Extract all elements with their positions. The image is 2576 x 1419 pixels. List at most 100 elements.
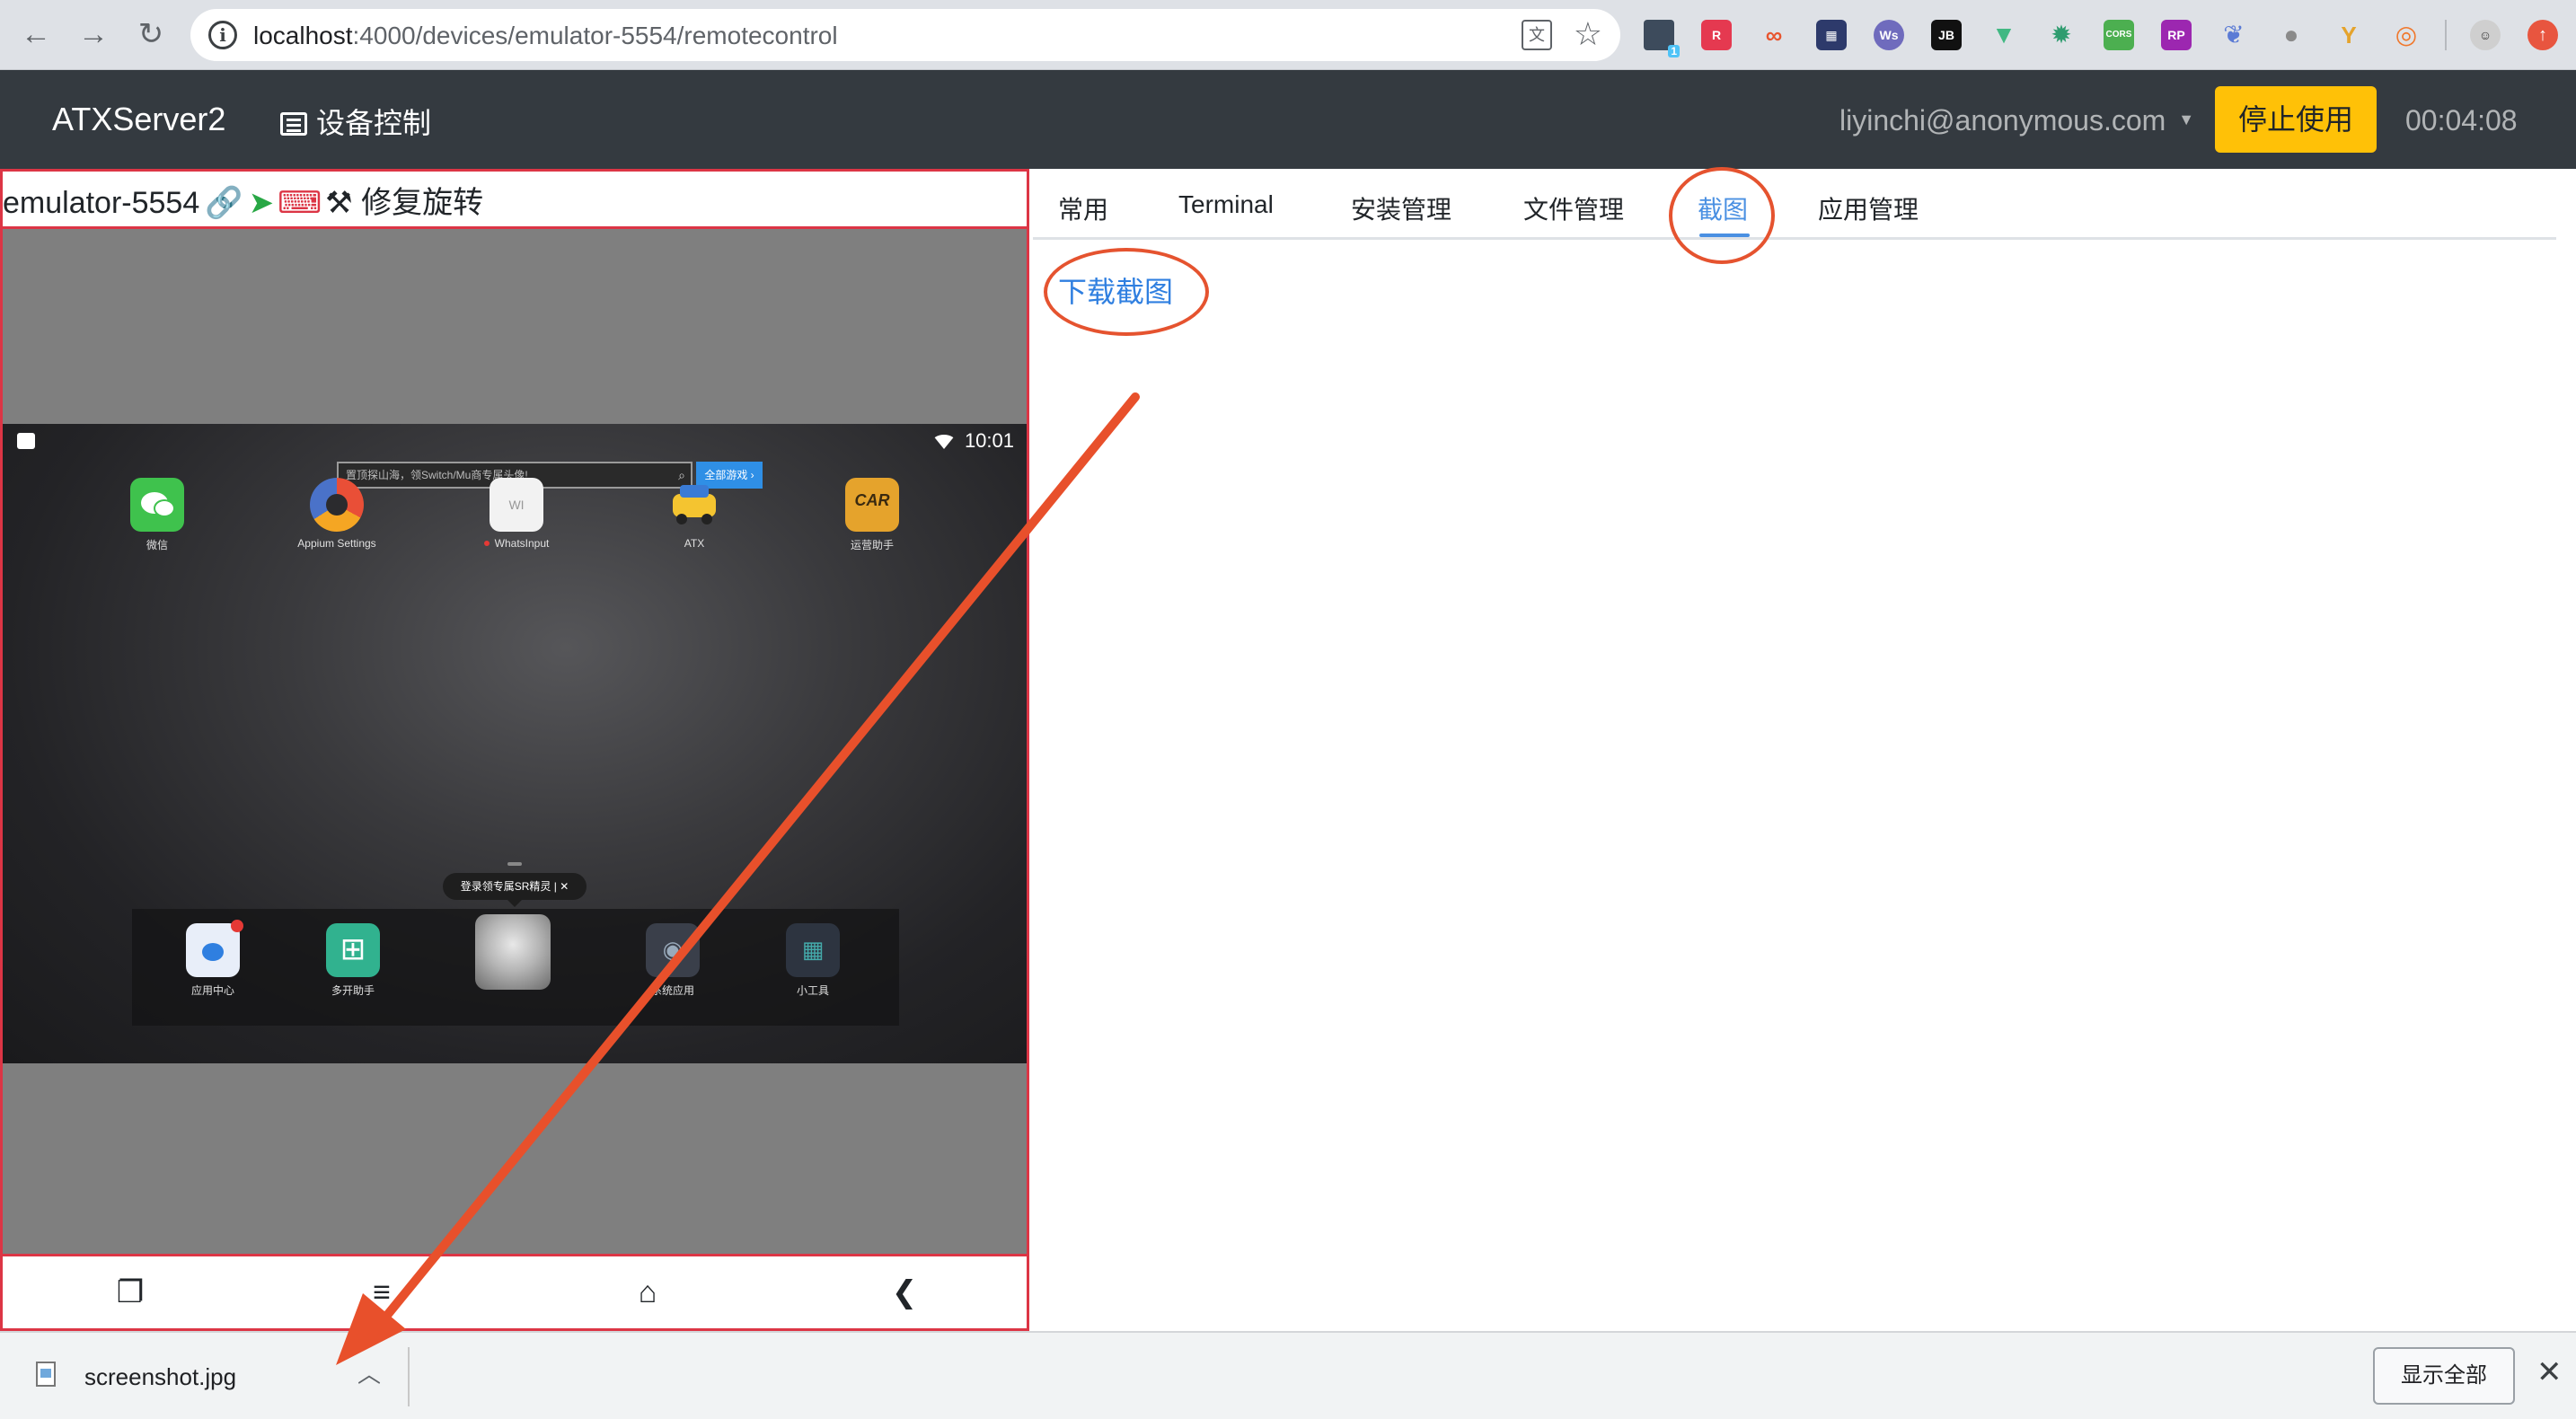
status-time: 10:01 [964,429,1014,452]
app-label: 系统应用 [650,984,694,997]
promo-tooltip[interactable]: 登录领专属SR精灵 | ✕ [443,873,587,907]
jb-ext-icon[interactable]: JB [1931,20,1962,50]
url-text[interactable]: localhost:4000/devices/emulator-5554/rem… [253,22,838,50]
gear-ext-icon[interactable]: ✹ [2046,20,2077,50]
user-email: liyinchi@anonymous.com [1839,104,2166,137]
user-dropdown[interactable]: liyinchi@anonymous.com ▼ [1839,104,2194,137]
ws-ext-icon[interactable]: Ws [1874,20,1904,50]
app-wechat[interactable]: 微信 [103,478,211,552]
app-appium-settings[interactable]: Appium Settings [283,478,391,550]
app-center-icon [186,920,243,977]
caret-down-icon: ▼ [2178,110,2195,128]
ring-ext-icon[interactable]: ◎ [2391,20,2422,50]
drawer-handle[interactable] [507,862,522,866]
recent-apps-icon[interactable]: ❐ [110,1274,150,1310]
dock-system-apps[interactable]: ◉ 系统应用 [619,923,727,998]
whatsinput-icon: WI [490,478,543,532]
browser-toolbar: ← → ↻ i localhost:4000/devices/emulator-… [0,0,2576,70]
back-icon[interactable]: ← [16,14,56,54]
img-ext-icon[interactable]: ▦ [1816,20,1847,50]
update-ext-icon[interactable]: ↑ [2527,20,2558,50]
app-whatsinput[interactable]: WI WhatsInput [463,478,570,550]
zoom-ext-icon[interactable]: 1 [1644,20,1680,57]
cursor-icon[interactable]: ➤ [249,186,275,220]
atx-taxi-icon [667,478,721,532]
menu-icon[interactable]: ≡ [362,1274,401,1310]
multi-open-icon: ⊞ [326,923,380,977]
tools-icon: ▦ [786,923,840,977]
device-name: emulator-5554 [3,186,200,220]
dock-tools[interactable]: ▦ 小工具 [759,923,867,998]
session-timer: 00:04:08 [2405,104,2518,137]
appium-icon [310,478,364,532]
app-label: ATX [684,537,705,550]
toolbar-divider [2445,20,2447,50]
dock-app-center[interactable]: 应用中心 [159,920,267,998]
tab-file-management[interactable]: 文件管理 [1523,190,1624,226]
app-label: 运营助手 [850,539,894,551]
annotation-circle-tab [1669,167,1775,264]
device-screen[interactable]: 10:01 置顶探山海，领Switch/Mu商专属头像! ⌕ 全部游戏 › 微信 … [3,424,1027,1063]
screen-padding-bottom [3,1063,1027,1254]
y-ext-icon[interactable]: Y [2333,20,2364,50]
chevron-up-icon[interactable]: ︿ [357,1356,381,1389]
show-all-button[interactable]: 显示全部 [2373,1347,2515,1405]
app-atx[interactable]: ATX [640,478,748,550]
address-bar[interactable]: i localhost:4000/devices/emulator-5554/r… [190,9,1620,61]
device-nav-bar: ❐ ≡ ⌂ ❮ [3,1256,1027,1328]
tab-app-management[interactable]: 应用管理 [1818,190,1919,226]
brand-title[interactable]: ATXServer2 [52,101,225,138]
tab-install-management[interactable]: 安装管理 [1351,190,1451,226]
tab-common[interactable]: 常用 [1058,190,1108,226]
app-label: 微信 [146,539,168,551]
hammer-icon[interactable]: ⚒ [325,186,352,220]
wifi-icon [931,435,956,449]
device-control-link[interactable]: 设备控制 [280,101,431,142]
cors-ext-icon[interactable]: CORS [2104,20,2134,50]
avatar-ext-icon[interactable]: ☺ [2470,20,2501,50]
download-filename[interactable]: screenshot.jpg [84,1363,236,1391]
close-icon[interactable]: ✕ [2536,1354,2563,1390]
vue-ext-icon[interactable]: ▼ [1989,20,2019,50]
system-apps-icon: ◉ [646,923,700,977]
dock-game-avatar[interactable] [459,914,567,990]
app-label: WhatsInput [463,537,570,550]
app-navbar: ATXServer2 设备控制 liyinchi@anonymous.com ▼ … [0,70,2576,169]
list-icon [280,112,307,136]
dock-multi-open[interactable]: ⊞ 多开助手 [299,923,407,998]
device-control-label: 设备控制 [316,107,432,139]
stop-using-button[interactable]: 停止使用 [2215,86,2377,153]
app-dock: 应用中心 ⊞ 多开助手 ◉ 系统应用 ▦ 小工具 [132,909,899,1026]
link-icon[interactable]: 🔗 [205,186,243,220]
bulb-ext-icon[interactable]: ● [2276,20,2307,50]
car-icon: CAR [845,478,899,532]
keyboard-icon[interactable]: ⌨ [278,186,322,220]
app-label: 多开助手 [331,984,375,997]
home-icon[interactable]: ⌂ [628,1274,667,1310]
file-icon [36,1362,56,1387]
app-operations-helper[interactable]: CAR 运营助手 [818,478,926,552]
device-title-bar: emulator-5554 🔗 ➤ ⌨ ⚒ 修复旋转 [3,181,483,225]
download-shelf: screenshot.jpg ︿ 显示全部 ✕ [0,1331,2576,1419]
back-nav-icon[interactable]: ❮ [885,1274,924,1310]
fix-rotation-button[interactable]: 修复旋转 [361,186,483,220]
notification-icon [17,433,35,449]
device-panel: emulator-5554 🔗 ➤ ⌨ ⚒ 修复旋转 10:01 置顶探山海，领Swit… [0,169,1029,1331]
forward-icon[interactable]: → [74,14,113,54]
translate-icon[interactable]: 文 [1522,20,1552,50]
status-bar-right: 10:01 [931,429,1014,453]
rx-ext-icon[interactable]: R [1701,20,1732,50]
screen-padding-top [3,229,1027,424]
loop-ext-icon[interactable]: ∞ [1759,20,1789,50]
site-info-icon[interactable]: i [208,21,237,49]
tab-terminal[interactable]: Terminal [1178,190,1274,219]
rp-ext-icon[interactable]: RP [2161,20,2192,50]
bookmark-star-icon[interactable]: ☆ [1574,16,1602,52]
avatar-portrait-icon [475,914,551,990]
shelf-divider [408,1347,410,1406]
wechat-icon [130,478,184,532]
tab-divider [1033,237,2556,240]
reload-icon[interactable]: ↻ [131,14,171,54]
feather-ext-icon[interactable]: ❦ [2219,20,2249,50]
app-label: 小工具 [796,984,829,997]
